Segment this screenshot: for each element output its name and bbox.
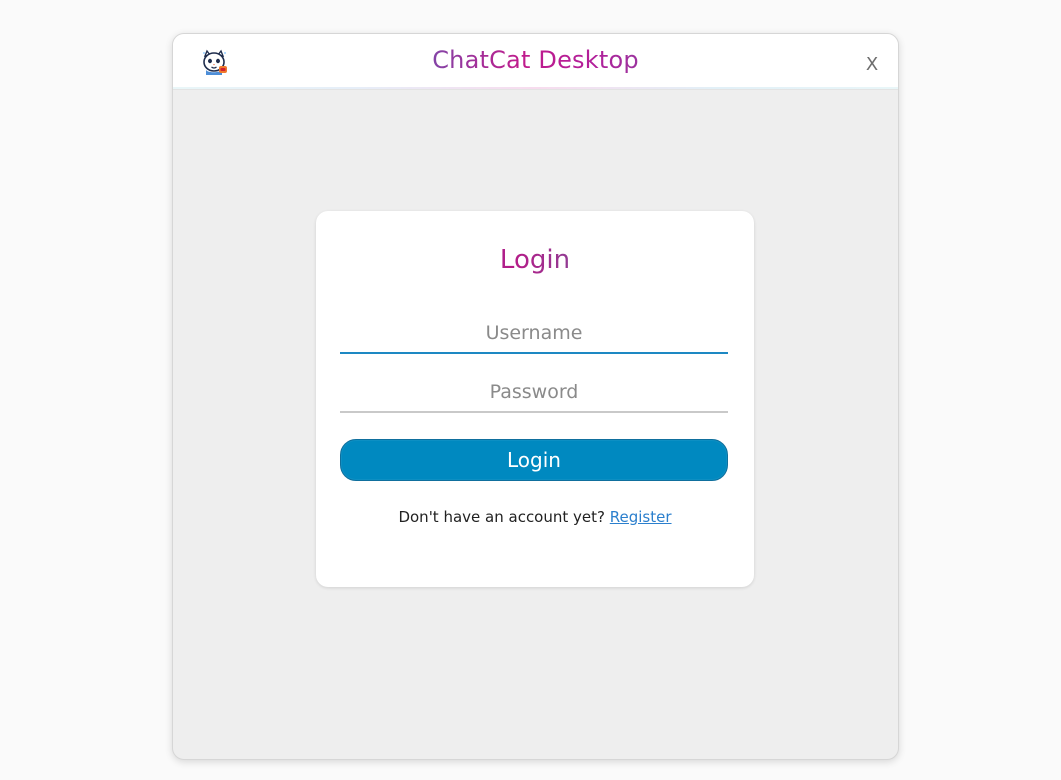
chatcat-logo-icon [199,48,229,76]
login-button[interactable]: Login [340,439,728,481]
close-button[interactable]: X [862,54,882,75]
password-input[interactable] [340,373,728,413]
title-bar-divider [173,87,898,89]
account-prompt-text: Don't have an account yet? [398,508,605,526]
register-link[interactable]: Register [610,508,672,526]
title-bar: ChatCat Desktop X [173,34,898,90]
login-title: Login [316,245,754,275]
login-card: Login Login Don't have an account yet? R… [316,211,754,587]
account-prompt-row: Don't have an account yet? Register [316,508,754,526]
app-window: ChatCat Desktop X Login Login Don't have… [172,33,899,760]
app-title: ChatCat Desktop [173,46,898,74]
username-input[interactable] [340,314,728,354]
